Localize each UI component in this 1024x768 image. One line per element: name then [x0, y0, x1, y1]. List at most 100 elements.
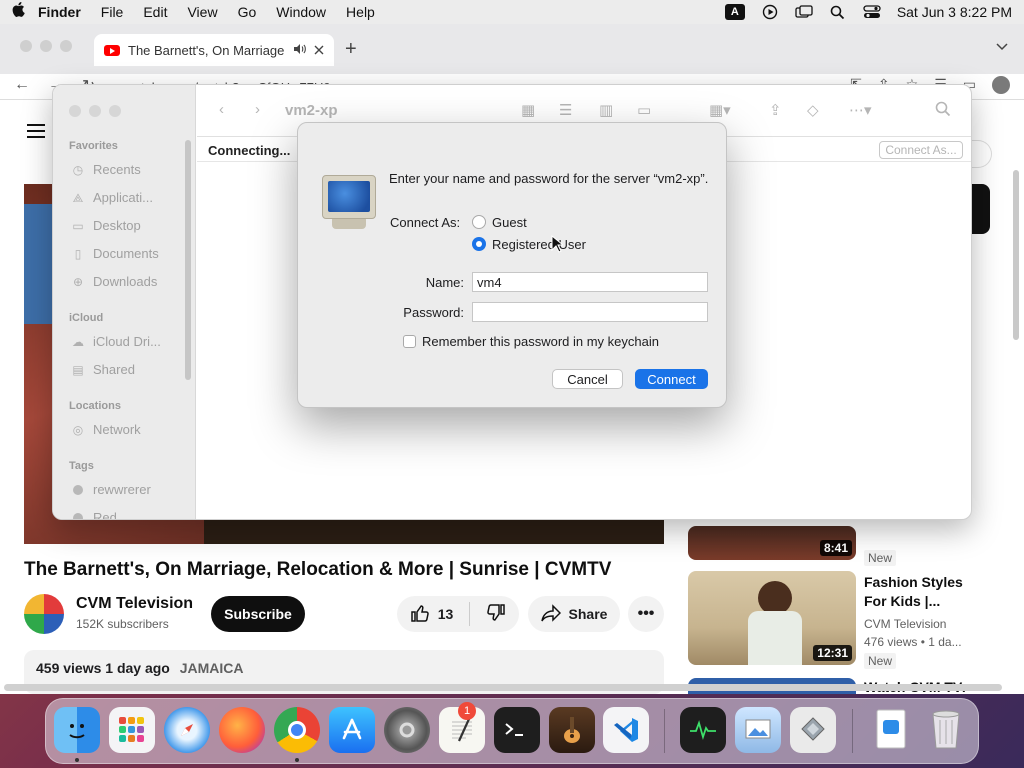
minimize-window-button[interactable]	[40, 40, 52, 52]
close-tab-icon[interactable]	[314, 43, 324, 58]
screen-mirroring-icon[interactable]	[795, 5, 813, 19]
sidebar-item-downloads[interactable]: ⊕ Downloads	[71, 274, 191, 289]
hashtag[interactable]: JAMAICA	[180, 660, 244, 676]
remember-password-checkbox[interactable]	[403, 335, 416, 348]
downloads-stack-icon[interactable]	[868, 707, 914, 753]
menu-app-name[interactable]: Finder	[38, 4, 81, 20]
finder-minimize-button[interactable]	[89, 105, 101, 117]
spotlight-search-icon[interactable]	[829, 5, 847, 19]
menu-file[interactable]: File	[101, 4, 124, 20]
tab-strip: The Barnett's, On Marriage +	[0, 24, 1024, 74]
new-tab-icon[interactable]: +	[345, 38, 357, 61]
terminal-icon[interactable]	[494, 707, 540, 753]
globe-icon: ◎	[72, 422, 84, 437]
close-window-button[interactable]	[20, 40, 32, 52]
column-view-icon[interactable]: ▥	[599, 101, 613, 119]
like-dislike-group: 13	[397, 596, 519, 632]
password-label: Password:	[403, 305, 464, 320]
sidebar-header-icloud: iCloud	[69, 312, 104, 324]
sidebar-item-tag-red[interactable]: Red	[71, 510, 191, 519]
activity-monitor-icon[interactable]	[680, 707, 726, 753]
forward-chevron-icon[interactable]: ›	[255, 101, 260, 118]
list-view-icon[interactable]: ☰	[559, 101, 572, 119]
thumbs-down-icon[interactable]	[486, 603, 506, 626]
hamburger-menu-icon[interactable]	[27, 124, 45, 142]
speaker-icon[interactable]	[293, 43, 306, 58]
safari-icon[interactable]	[164, 707, 210, 753]
cloud-icon: ☁	[72, 334, 84, 349]
more-actions-button[interactable]: •••	[628, 596, 664, 632]
sidebar-item-network[interactable]: ◎ Network	[71, 422, 191, 437]
apple-menu-icon[interactable]	[12, 2, 38, 22]
mouse-pointer-icon	[551, 234, 565, 256]
video-thumbnail[interactable]: 8:41	[688, 526, 856, 560]
sidebar-scrollbar[interactable]	[185, 140, 191, 380]
menu-window[interactable]: Window	[276, 4, 326, 20]
launchpad-icon[interactable]	[109, 707, 155, 753]
share-icon[interactable]: ⇪	[769, 101, 782, 119]
share-button[interactable]: Share	[528, 596, 620, 632]
control-center-icon[interactable]	[863, 5, 881, 19]
guest-radio[interactable]	[472, 215, 486, 229]
remember-password-label[interactable]: Remember this password in my keychain	[422, 334, 659, 349]
icon-view-icon[interactable]: ▦	[521, 101, 535, 119]
menu-clock[interactable]: Sat Jun 3 8:22 PM	[897, 4, 1012, 20]
finder-icon[interactable]	[54, 707, 100, 753]
finder-sidebar: Favorites ◷ Recents ⟁ Applicati... ▭ Deskto…	[53, 85, 196, 519]
recommended-channel[interactable]: CVM Television	[864, 617, 946, 631]
channel-avatar[interactable]	[24, 594, 64, 634]
page-vertical-scrollbar[interactable]	[1013, 170, 1019, 340]
boot-camp-icon[interactable]	[790, 707, 836, 753]
menu-help[interactable]: Help	[346, 4, 375, 20]
garageband-icon[interactable]	[549, 707, 595, 753]
gallery-view-icon[interactable]: ▭	[637, 101, 651, 119]
guest-label[interactable]: Guest	[492, 215, 527, 230]
sidebar-item-recents[interactable]: ◷ Recents	[71, 162, 191, 177]
finder-close-button[interactable]	[69, 105, 81, 117]
vscode-icon[interactable]	[603, 707, 649, 753]
registered-user-label[interactable]: Registered User	[492, 237, 586, 252]
cancel-button[interactable]: Cancel	[552, 369, 623, 389]
menu-view[interactable]: View	[187, 4, 217, 20]
back-chevron-icon[interactable]: ‹	[219, 101, 224, 118]
like-button[interactable]: 13	[410, 603, 453, 626]
recommended-title[interactable]: Fashion Styles For Kids |...	[864, 573, 984, 611]
sidebar-item-documents[interactable]: ▯ Documents	[71, 246, 191, 261]
input-source-icon[interactable]: A	[724, 4, 745, 20]
sidebar-item-shared[interactable]: ▤ Shared	[71, 362, 191, 377]
channel-name[interactable]: CVM Television	[76, 595, 193, 613]
menu-edit[interactable]: Edit	[143, 4, 167, 20]
sidebar-item-tag[interactable]: rewwrerer	[71, 482, 191, 497]
system-settings-icon[interactable]	[384, 707, 430, 753]
zoom-window-button[interactable]	[60, 40, 72, 52]
video-thumbnail[interactable]: 12:31	[688, 571, 856, 665]
registered-user-radio[interactable]	[472, 237, 486, 251]
tag-icon[interactable]: ◇	[807, 101, 819, 119]
tab-search-chevron-icon[interactable]	[996, 40, 1008, 54]
app-store-icon[interactable]	[329, 707, 375, 753]
sidebar-item-desktop[interactable]: ▭ Desktop	[71, 218, 191, 233]
connect-button[interactable]: Connect	[635, 369, 708, 389]
finder-zoom-button[interactable]	[109, 105, 121, 117]
subscribe-button[interactable]: Subscribe	[211, 596, 305, 632]
play-icon[interactable]	[761, 4, 779, 20]
new-badge: New	[864, 550, 897, 566]
group-by-icon[interactable]: ▦▾	[709, 101, 731, 119]
name-field[interactable]	[472, 272, 708, 292]
connect-as-button[interactable]: Connect As...	[879, 141, 963, 159]
back-arrow-icon[interactable]: ←	[14, 76, 30, 96]
trash-icon[interactable]	[923, 707, 969, 753]
chrome-icon[interactable]	[274, 707, 320, 753]
clock-icon: ◷	[72, 162, 84, 177]
preview-icon[interactable]	[735, 707, 781, 753]
page-horizontal-scrollbar[interactable]	[4, 684, 1002, 691]
firefox-icon[interactable]	[219, 707, 265, 753]
password-field[interactable]	[472, 302, 708, 322]
action-menu-icon[interactable]: ⋯▾	[849, 101, 872, 119]
menu-go[interactable]: Go	[238, 4, 257, 20]
profile-avatar[interactable]	[992, 76, 1010, 94]
sidebar-item-icloud-drive[interactable]: ☁ iCloud Dri...	[71, 334, 191, 349]
sidebar-item-applications[interactable]: ⟁ Applicati...	[71, 190, 191, 205]
search-icon[interactable]	[935, 101, 951, 121]
browser-tab-active[interactable]: The Barnett's, On Marriage	[94, 34, 334, 66]
